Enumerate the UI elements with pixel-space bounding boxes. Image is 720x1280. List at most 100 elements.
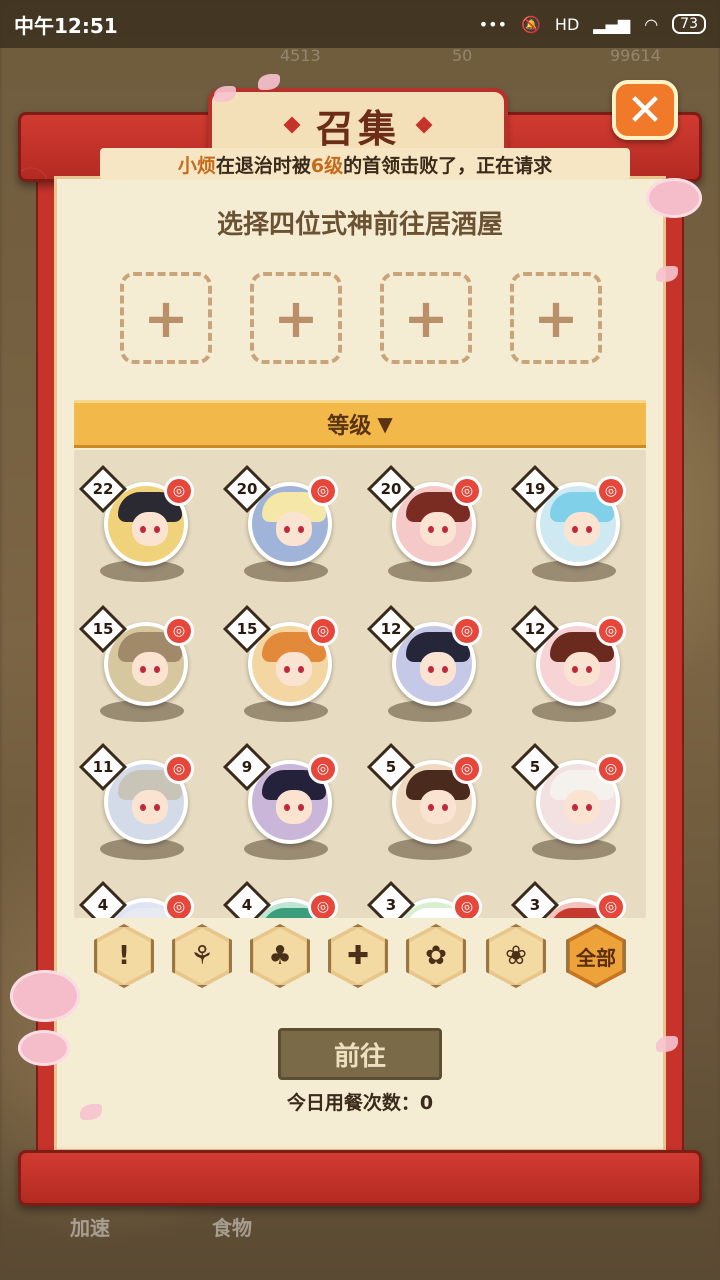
eye	[284, 804, 290, 811]
eye	[298, 666, 304, 673]
face	[132, 652, 168, 686]
level-value: 9	[241, 758, 253, 776]
cherry-blossom-decoration	[646, 178, 702, 218]
empty-slot-4[interactable]: +	[510, 272, 602, 364]
level-value: 5	[385, 758, 397, 776]
sort-label: 等级	[327, 414, 372, 439]
empty-slot-3[interactable]: +	[380, 272, 472, 364]
eye	[586, 666, 592, 673]
face	[564, 790, 600, 824]
face	[276, 790, 312, 824]
face	[420, 652, 456, 686]
shikigami-card[interactable]: 15 ◎	[78, 602, 196, 728]
network-type: HD	[554, 14, 580, 34]
marquee-level: 6级	[310, 154, 344, 177]
level-value: 3	[529, 896, 541, 914]
face	[420, 790, 456, 824]
level-value: 3	[385, 896, 397, 914]
face	[420, 512, 456, 546]
food-preference-icon: ◎	[308, 892, 338, 918]
level-value: 11	[92, 758, 114, 776]
food-preference-icon: ◎	[596, 892, 626, 918]
tab-food[interactable]: 食物	[212, 1212, 252, 1241]
battery-level: 73	[672, 14, 706, 34]
eye	[140, 804, 146, 811]
eye	[428, 804, 434, 811]
shikigami-card[interactable]: 11 ◎	[78, 740, 196, 866]
plus-icon: +	[403, 286, 449, 350]
shikigami-card[interactable]: 20 ◎	[222, 462, 340, 588]
eye	[572, 804, 578, 811]
food-preference-icon: ◎	[452, 892, 482, 918]
shikigami-card[interactable]: 9 ◎	[222, 740, 340, 866]
shikigami-card[interactable]: 4 ◎	[78, 878, 196, 918]
shikigami-card[interactable]: 12 ◎	[510, 602, 628, 728]
eye	[298, 804, 304, 811]
eye	[284, 526, 290, 533]
shikigami-card[interactable]: 5 ◎	[510, 740, 628, 866]
food-preference-icon: ◎	[596, 754, 626, 784]
food-preference-icon: ◎	[452, 476, 482, 506]
dialog-title: 召集	[315, 106, 400, 151]
eye	[154, 804, 160, 811]
eye	[428, 526, 434, 533]
shikigami-card[interactable]: 20 ◎	[366, 462, 484, 588]
clock: 中午12:51	[14, 13, 118, 38]
chevron-down-icon: ▼	[377, 412, 393, 436]
eye	[428, 666, 434, 673]
eye	[442, 526, 448, 533]
close-button[interactable]: ✕	[612, 80, 678, 140]
level-value: 12	[380, 620, 402, 638]
food-preference-icon: ◎	[164, 892, 194, 918]
eye	[140, 526, 146, 533]
eye	[572, 526, 578, 533]
diamond-ornament-icon	[283, 116, 301, 134]
cherry-blossom-decoration	[18, 1030, 70, 1066]
level-value: 15	[92, 620, 114, 638]
scroll-bottom-roll	[18, 1150, 702, 1206]
shikigami-card[interactable]: 4 ◎	[222, 878, 340, 918]
level-value: 5	[529, 758, 541, 776]
status-bar: 中午12:51 ••• 🔕 HD ▂▄▆ ◠ 73	[0, 0, 720, 48]
diamond-ornament-icon	[415, 116, 433, 134]
eye	[284, 666, 290, 673]
mute-icon: 🔕	[521, 14, 541, 34]
marquee-text-before: 在退治时被	[215, 154, 311, 177]
level-value: 19	[524, 480, 546, 498]
plus-icon: +	[143, 286, 189, 350]
face	[564, 512, 600, 546]
eye	[586, 804, 592, 811]
eye	[154, 526, 160, 533]
level-value: 4	[241, 896, 253, 914]
shikigami-card[interactable]: 5 ◎	[366, 740, 484, 866]
sort-dropdown[interactable]: 等级 ▼	[74, 400, 646, 448]
face	[564, 652, 600, 686]
currency-mid: 50	[452, 46, 473, 65]
food-preference-icon: ◎	[596, 616, 626, 646]
food-preference-icon: ◎	[596, 476, 626, 506]
food-preference-icon: ◎	[164, 476, 194, 506]
shikigami-card[interactable]: 19 ◎	[510, 462, 628, 588]
cherry-blossom-decoration	[10, 970, 80, 1022]
empty-slot-1[interactable]: +	[120, 272, 212, 364]
eye	[586, 526, 592, 533]
eye	[572, 666, 578, 673]
go-button[interactable]: 前往	[278, 1028, 442, 1080]
shikigami-card[interactable]: 3 ◎	[366, 878, 484, 918]
shikigami-card[interactable]: 15 ◎	[222, 602, 340, 728]
news-marquee: 小烦 在退治时被 6级 的首领击败了，正在请求	[100, 148, 630, 180]
food-preference-icon: ◎	[452, 754, 482, 784]
face	[276, 512, 312, 546]
empty-slot-2[interactable]: +	[250, 272, 342, 364]
shikigami-card[interactable]: 12 ◎	[366, 602, 484, 728]
shikigami-card[interactable]: 22 ◎	[78, 462, 196, 588]
shikigami-card[interactable]: 3 ◎	[510, 878, 628, 918]
face	[132, 790, 168, 824]
dialog-subtitle: 选择四位式神前往居酒屋	[216, 210, 503, 240]
tab-speed[interactable]: 加速	[70, 1212, 110, 1241]
food-preference-icon: ◎	[308, 476, 338, 506]
signal-icon: ▂▄▆	[593, 14, 631, 34]
level-value: 20	[380, 480, 402, 498]
shikigami-grid[interactable]: 22 ◎ 20 ◎ 20 ◎ 19 ◎ 15 ◎ 15 ◎ 12 ◎ 12 ◎ 11 ◎ 9 ◎ 5 ◎ 5 ◎ 4 ◎ 4 ◎ 3 ◎ 3…	[74, 450, 646, 918]
close-icon: ✕	[626, 84, 664, 136]
